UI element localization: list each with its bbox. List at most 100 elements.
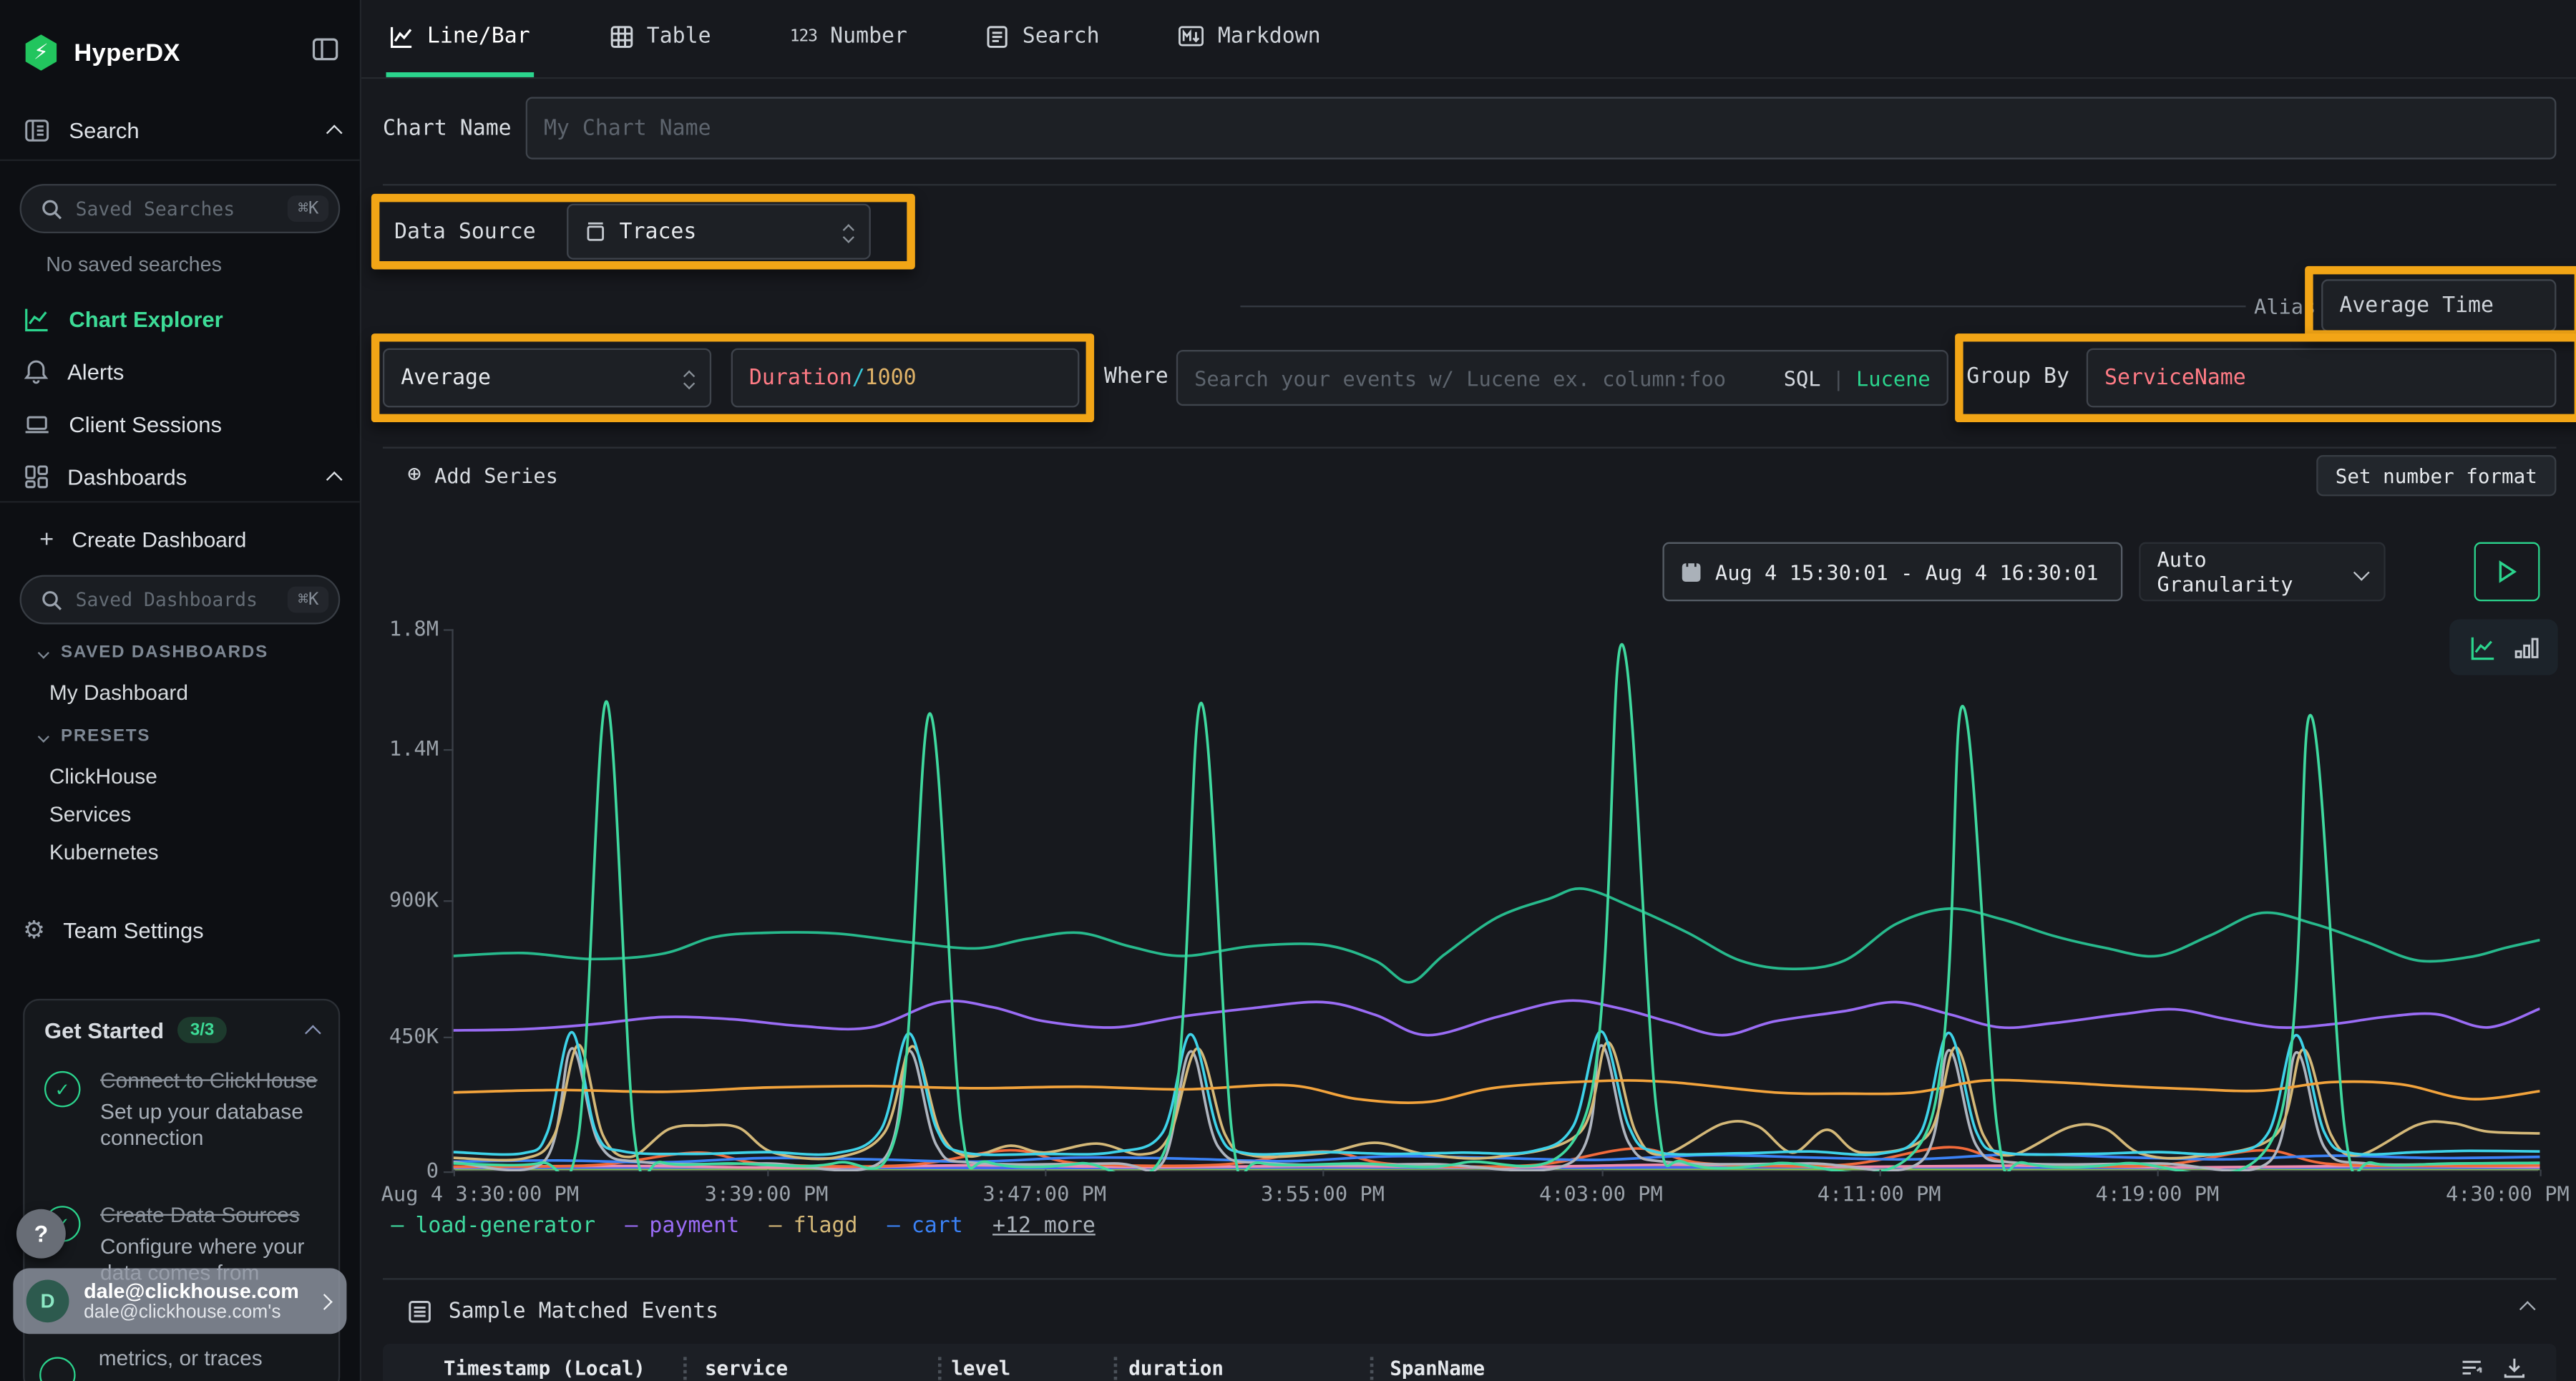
create-dashboard-button[interactable]: + Create Dashboard bbox=[39, 517, 340, 560]
x-axis-tick bbox=[1045, 1170, 1046, 1176]
tab-number[interactable]: 123 Number bbox=[786, 0, 910, 77]
add-series-button[interactable]: ⊕ Add Series bbox=[407, 462, 558, 488]
legend-dash: — bbox=[887, 1214, 900, 1239]
chevron-up-icon[interactable] bbox=[326, 124, 343, 140]
saved-searches-input[interactable]: Saved Searches ⌘K bbox=[20, 184, 341, 233]
sidebar-item-label: Chart Explorer bbox=[69, 306, 223, 331]
field-token: Duration bbox=[749, 366, 852, 390]
get-started-item-subtitle: Set up your database connection bbox=[100, 1099, 322, 1151]
y-axis-tick-label: 0 bbox=[340, 1158, 439, 1183]
chart-series-unnamed bbox=[454, 1031, 2540, 1155]
column-header-service[interactable]: service bbox=[705, 1357, 788, 1380]
run-query-button[interactable] bbox=[2474, 542, 2540, 602]
x-axis-tick bbox=[2540, 1170, 2541, 1176]
chart-series-unnamed bbox=[454, 889, 2540, 982]
alias-input[interactable]: Average Time bbox=[2321, 279, 2556, 331]
legend-item[interactable]: —load-generator bbox=[391, 1214, 595, 1239]
chart-name-placeholder: My Chart Name bbox=[544, 116, 711, 140]
chart-name-input[interactable]: My Chart Name bbox=[526, 97, 2557, 159]
get-started-item[interactable]: ✓ Connect to ClickHouse Set up your data… bbox=[44, 1066, 322, 1151]
chevron-down-icon bbox=[2354, 564, 2370, 580]
legend-label: payment bbox=[649, 1214, 739, 1239]
sidebar-item-services[interactable]: Services bbox=[49, 801, 131, 826]
divider bbox=[383, 1278, 2556, 1279]
alias-label: Alias bbox=[2254, 294, 2316, 318]
add-series-label: Add Series bbox=[434, 462, 558, 487]
column-header-duration[interactable]: duration bbox=[1128, 1357, 1224, 1380]
sidebar-item-search[interactable]: Search bbox=[23, 109, 340, 152]
legend-item[interactable]: —flagd bbox=[769, 1214, 858, 1239]
legend-more-link[interactable]: +12 more bbox=[992, 1214, 1096, 1239]
y-axis-tick bbox=[444, 1171, 454, 1173]
group-by-input[interactable]: ServiceName bbox=[2087, 348, 2557, 408]
wrap-lines-icon[interactable] bbox=[2459, 1355, 2484, 1381]
y-axis-tick-label: 1.8M bbox=[340, 616, 439, 640]
data-source-select[interactable]: Traces bbox=[567, 204, 871, 260]
chevron-up-icon[interactable] bbox=[305, 1024, 321, 1040]
help-button[interactable]: ? bbox=[16, 1209, 66, 1259]
granularity-value: Auto Granularity bbox=[2157, 547, 2343, 597]
date-range-picker[interactable]: Aug 4 15:30:01 - Aug 4 16:30:01 bbox=[1662, 542, 2122, 602]
sidebar-item-chart-explorer[interactable]: Chart Explorer bbox=[23, 298, 340, 341]
chevron-down-icon bbox=[38, 646, 49, 658]
x-axis-tick-label: 3:39:00 PM bbox=[705, 1181, 829, 1206]
field-input[interactable]: Duration/1000 bbox=[731, 348, 1080, 408]
lucene-toggle[interactable]: Lucene bbox=[1856, 366, 1931, 390]
where-input[interactable]: Search your events w/ Lucene ex. column:… bbox=[1176, 350, 1948, 406]
column-header-spanname[interactable]: SpanName bbox=[1390, 1357, 1485, 1380]
chart-plot[interactable]: 0450K900K1.4M1.8MAug 4 3:30:00 PM3:39:00… bbox=[452, 629, 2538, 1171]
set-number-format-button[interactable]: Set number format bbox=[2316, 455, 2556, 496]
section-presets[interactable]: PRESETS bbox=[39, 726, 150, 746]
column-separator bbox=[683, 1357, 687, 1380]
y-axis-tick bbox=[444, 900, 454, 902]
sidebar-collapse-icon[interactable] bbox=[311, 34, 340, 72]
brand-row: ⚡ HyperDX bbox=[23, 29, 340, 75]
sample-events-header[interactable]: Sample Matched Events bbox=[407, 1294, 718, 1327]
chart-series-flagd bbox=[454, 1043, 2540, 1161]
sidebar-item-alerts[interactable]: Alerts bbox=[23, 350, 340, 393]
chart-line-icon bbox=[23, 305, 51, 333]
list-icon bbox=[407, 1299, 431, 1323]
user-menu[interactable]: D dale@clickhouse.com dale@clickhouse.co… bbox=[13, 1268, 346, 1334]
plus-icon: + bbox=[39, 525, 54, 553]
sidebar: ⚡ HyperDX Search Saved Searches ⌘K No sa… bbox=[0, 0, 361, 1381]
saved-dashboards-input[interactable]: Saved Dashboards ⌘K bbox=[20, 575, 341, 625]
get-started-item-title: Connect to ClickHouse bbox=[100, 1068, 318, 1092]
x-axis-tick-label: 4:11:00 PM bbox=[1818, 1181, 1941, 1206]
granularity-select[interactable]: Auto Granularity bbox=[2139, 542, 2385, 602]
chevron-up-icon[interactable] bbox=[326, 471, 343, 487]
y-axis-tick-label: 900K bbox=[340, 887, 439, 912]
legend-item[interactable]: —cart bbox=[887, 1214, 963, 1239]
alias-rule bbox=[1240, 306, 2245, 307]
sidebar-item-my-dashboard[interactable]: My Dashboard bbox=[49, 680, 188, 705]
tab-search[interactable]: Search bbox=[983, 0, 1103, 77]
sidebar-item-team-settings[interactable]: ⚙ Team Settings bbox=[23, 909, 340, 952]
play-icon bbox=[2497, 560, 2517, 583]
legend-dash: — bbox=[391, 1214, 404, 1239]
sidebar-item-dashboards[interactable]: Dashboards bbox=[23, 455, 340, 498]
x-axis-tick bbox=[2157, 1170, 2159, 1176]
alias-value: Average Time bbox=[2339, 293, 2494, 318]
check-circle-icon: ✓ bbox=[44, 1071, 81, 1108]
sidebar-item-kubernetes[interactable]: Kubernetes bbox=[49, 839, 159, 864]
sidebar-item-client-sessions[interactable]: Client Sessions bbox=[23, 402, 340, 445]
legend-label: flagd bbox=[794, 1214, 858, 1239]
legend-item[interactable]: —payment bbox=[625, 1214, 739, 1239]
download-icon[interactable] bbox=[2502, 1355, 2527, 1381]
aggregation-value: Average bbox=[401, 366, 491, 390]
date-range-value: Aug 4 15:30:01 - Aug 4 16:30:01 bbox=[1715, 560, 2099, 584]
tab-markdown[interactable]: Markdown bbox=[1175, 0, 1324, 77]
tab-line-bar[interactable]: Line/Bar bbox=[386, 0, 534, 77]
saved-dashboards-placeholder: Saved Dashboards bbox=[76, 588, 275, 611]
chart-series-payment bbox=[454, 1000, 2540, 1035]
chevron-up-icon[interactable] bbox=[2519, 1301, 2536, 1317]
set-number-format-label: Set number format bbox=[2336, 464, 2537, 487]
data-source-value: Traces bbox=[620, 220, 697, 244]
column-header-level[interactable]: level bbox=[951, 1357, 1010, 1380]
sidebar-item-clickhouse[interactable]: ClickHouse bbox=[49, 764, 157, 789]
column-header-timestamp[interactable]: Timestamp (Local) bbox=[444, 1357, 645, 1380]
section-saved-dashboards[interactable]: SAVED DASHBOARDS bbox=[39, 643, 268, 663]
aggregation-select[interactable]: Average bbox=[383, 348, 711, 408]
tab-table[interactable]: Table bbox=[605, 0, 714, 77]
sql-toggle[interactable]: SQL bbox=[1784, 366, 1821, 390]
